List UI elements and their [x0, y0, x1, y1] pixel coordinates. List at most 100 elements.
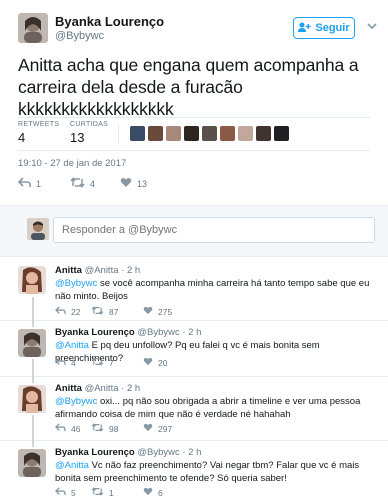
anitta-avatar[interactable]	[18, 266, 46, 294]
author-name[interactable]: Byanka Lourenço	[55, 14, 164, 29]
add-user-icon	[298, 22, 312, 35]
reply-count: 22	[71, 306, 81, 317]
mention-link[interactable]: @Bybywc	[55, 396, 97, 407]
retweet-action[interactable]: 7	[91, 357, 143, 368]
reply-action[interactable]: 1	[17, 177, 70, 190]
like-action[interactable]: 6	[143, 487, 163, 498]
like-count: 20	[158, 357, 168, 368]
retweets-count[interactable]: 4	[18, 130, 25, 145]
byanka-avatar[interactable]	[18, 329, 46, 357]
reply-body: Vc não faz preenchimento? Vai negar tbm?…	[55, 460, 360, 484]
thread-line	[32, 377, 34, 383]
retweet-icon	[91, 423, 104, 434]
liker-avatar[interactable]	[166, 126, 181, 141]
like-count: 13	[137, 178, 148, 189]
reply-text: @Bybywc oxi... pq não sou obrigada a abr…	[55, 395, 373, 421]
reply-author-name[interactable]: Anitta	[55, 383, 82, 394]
reply-action[interactable]: 46	[55, 423, 91, 434]
follow-label: Seguir	[315, 22, 350, 34]
byanka-avatar[interactable]	[18, 449, 46, 477]
retweet-action[interactable]: 1	[91, 487, 143, 498]
reply-icon	[55, 306, 66, 317]
liker-avatar[interactable]	[238, 126, 253, 141]
reply-input[interactable]	[53, 217, 375, 243]
reply-author-handle[interactable]: @Anitta	[85, 265, 119, 276]
reply-tweet[interactable]: Anitta @Anitta · 2 h @Bybywc se você aco…	[0, 257, 388, 321]
liker-avatar[interactable]	[256, 126, 271, 141]
reply-header: Byanka Lourenço @Bybywc · 2 h	[55, 327, 201, 338]
reply-author-name[interactable]: Byanka Lourenço	[55, 447, 135, 458]
reply-author-handle[interactable]: @Anitta	[85, 383, 119, 394]
likes-count[interactable]: 13	[70, 130, 84, 145]
heart-icon	[143, 306, 153, 317]
retweet-action[interactable]: 87	[91, 306, 143, 317]
reply-time[interactable]: · 2 h	[182, 447, 201, 458]
mention-link[interactable]: @Anitta	[55, 460, 89, 471]
heart-icon	[120, 177, 132, 190]
reply-time[interactable]: · 2 h	[182, 327, 201, 338]
reply-actions: 4 7 20	[55, 357, 167, 368]
reply-count: 5	[71, 487, 76, 498]
reply-actions: 46 98 297	[55, 423, 172, 434]
reply-author-handle[interactable]: @Bybywc	[137, 327, 179, 338]
retweet-action[interactable]: 98	[91, 423, 143, 434]
retweet-count: 7	[109, 357, 114, 368]
reply-icon	[17, 177, 31, 190]
retweet-count: 98	[109, 423, 119, 434]
author-handle[interactable]: @Bybywc	[55, 30, 104, 42]
mention-link[interactable]: @Bybywc	[55, 278, 97, 289]
reply-body: se você acompanha minha carreira há tant…	[55, 278, 370, 302]
retweet-count: 87	[109, 306, 119, 317]
like-action[interactable]: 275	[143, 306, 172, 317]
reply-tweet[interactable]: Anitta @Anitta · 2 h @Bybywc oxi... pq n…	[0, 377, 388, 441]
retweets-label: RETWEETS	[18, 121, 60, 128]
liker-avatar[interactable]	[184, 126, 199, 141]
author-avatar[interactable]	[18, 13, 48, 43]
mention-link[interactable]: @Anitta	[55, 340, 89, 351]
reply-time[interactable]: · 2 h	[121, 265, 140, 276]
chevron-down-icon[interactable]	[365, 19, 379, 33]
retweet-icon	[91, 357, 104, 368]
reply-header: Anitta @Anitta · 2 h	[55, 383, 140, 394]
thread-line	[32, 415, 34, 441]
reply-author-handle[interactable]: @Bybywc	[137, 447, 179, 458]
reply-tweet[interactable]: Byanka Lourenço @Bybywc · 2 h @Anitta E …	[0, 321, 388, 377]
like-count: 275	[158, 306, 173, 317]
reply-icon	[55, 357, 66, 368]
heart-icon	[143, 423, 153, 434]
reply-action[interactable]: 5	[55, 487, 91, 498]
heart-icon	[143, 357, 153, 368]
liker-avatar[interactable]	[130, 126, 145, 141]
liker-avatar[interactable]	[202, 126, 217, 141]
liker-avatar[interactable]	[148, 126, 163, 141]
thread-line	[32, 441, 34, 447]
reply-count: 46	[71, 423, 81, 434]
anitta-avatar[interactable]	[18, 385, 46, 413]
thread-line	[32, 297, 34, 321]
reply-actions: 22 87 275	[55, 306, 172, 317]
follow-button[interactable]: Seguir	[293, 17, 355, 39]
tweet-actions: 1 4 13	[17, 177, 147, 190]
thread-line	[32, 359, 34, 377]
liker-avatar[interactable]	[274, 126, 289, 141]
tweet-timestamp[interactable]: 19:10 - 27 de jan de 2017	[18, 158, 126, 169]
stats-separator	[118, 123, 119, 145]
reply-author-name[interactable]: Byanka Lourenço	[55, 327, 135, 338]
retweet-icon	[70, 177, 85, 190]
reply-author-name[interactable]: Anitta	[55, 265, 82, 276]
likes-label: CURTIDAS	[70, 121, 109, 128]
reply-count: 4	[71, 357, 76, 368]
reply-time[interactable]: · 2 h	[121, 383, 140, 394]
liker-avatar[interactable]	[220, 126, 235, 141]
reply-action[interactable]: 4	[55, 357, 91, 368]
reply-text: @Bybywc se você acompanha minha carreira…	[55, 277, 373, 303]
like-action[interactable]: 13	[120, 177, 147, 190]
retweet-icon	[91, 306, 104, 317]
reply-tweet[interactable]: Byanka Lourenço @Bybywc · 2 h @Anitta Vc…	[0, 441, 388, 500]
liker-avatars	[130, 126, 289, 141]
reply-action[interactable]: 22	[55, 306, 91, 317]
like-action[interactable]: 20	[143, 357, 167, 368]
retweet-action[interactable]: 4	[70, 177, 120, 190]
main-tweet: Byanka Lourenço @Bybywc Seguir Anitta ac…	[0, 0, 388, 205]
like-action[interactable]: 297	[143, 423, 172, 434]
